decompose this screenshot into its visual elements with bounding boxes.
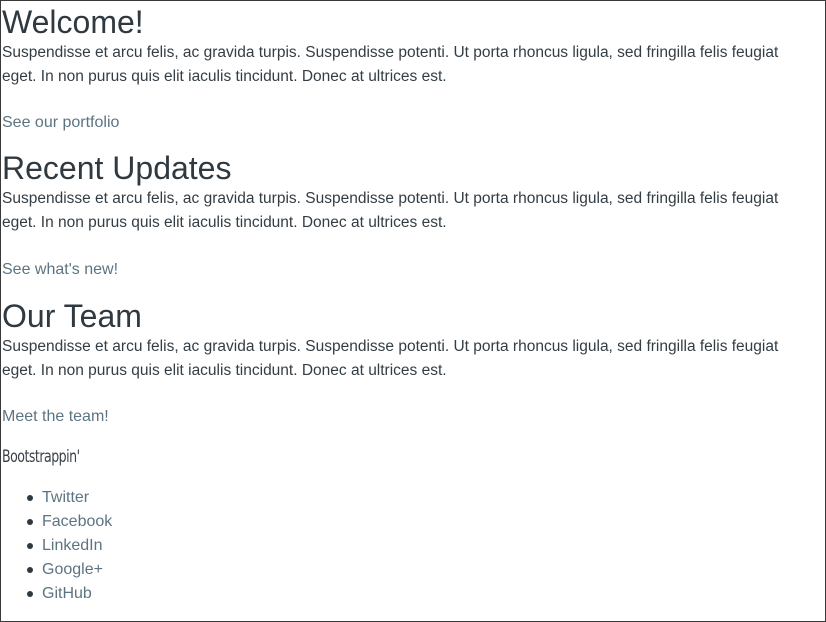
list-item: Facebook (23, 512, 112, 536)
meet-the-team-link[interactable]: Meet the team! (2, 407, 109, 427)
linkedin-link[interactable]: LinkedIn (42, 537, 103, 554)
see-whats-new-link[interactable]: See what's new! (2, 260, 118, 280)
facebook-link[interactable]: Facebook (42, 513, 112, 530)
recent-updates-heading: Recent Updates (2, 150, 232, 186)
welcome-section: Welcome! Suspendisse et arcu felis, ac g… (2, 3, 812, 88)
welcome-heading: Welcome! (2, 4, 144, 40)
bullet-icon (27, 495, 33, 501)
social-links-list: Twitter Facebook LinkedIn Google+ GitHub (23, 488, 112, 608)
bullet-icon (27, 567, 33, 573)
our-team-body-text: Suspendisse et arcu felis, ac gravida tu… (2, 338, 779, 379)
google-plus-link[interactable]: Google+ (42, 561, 103, 578)
list-item: Google+ (23, 560, 112, 584)
bullet-icon (27, 519, 33, 525)
list-item: Twitter (23, 488, 112, 512)
footer-brand-logo: Bootstrappin' (2, 447, 80, 467)
bullet-icon (27, 591, 33, 597)
see-portfolio-link[interactable]: See our portfolio (2, 113, 119, 133)
recent-updates-section: Recent Updates Suspendisse et arcu felis… (2, 149, 812, 234)
list-item: LinkedIn (23, 536, 112, 560)
bullet-icon (27, 543, 33, 549)
our-team-heading: Our Team (2, 298, 142, 334)
our-team-section: Our Team Suspendisse et arcu felis, ac g… (2, 297, 812, 382)
github-link[interactable]: GitHub (42, 585, 92, 602)
list-item: GitHub (23, 584, 112, 608)
page-frame: Welcome! Suspendisse et arcu felis, ac g… (0, 0, 826, 622)
recent-updates-body-text: Suspendisse et arcu felis, ac gravida tu… (2, 190, 779, 231)
welcome-body-text: Suspendisse et arcu felis, ac gravida tu… (2, 44, 779, 85)
twitter-link[interactable]: Twitter (42, 489, 89, 506)
